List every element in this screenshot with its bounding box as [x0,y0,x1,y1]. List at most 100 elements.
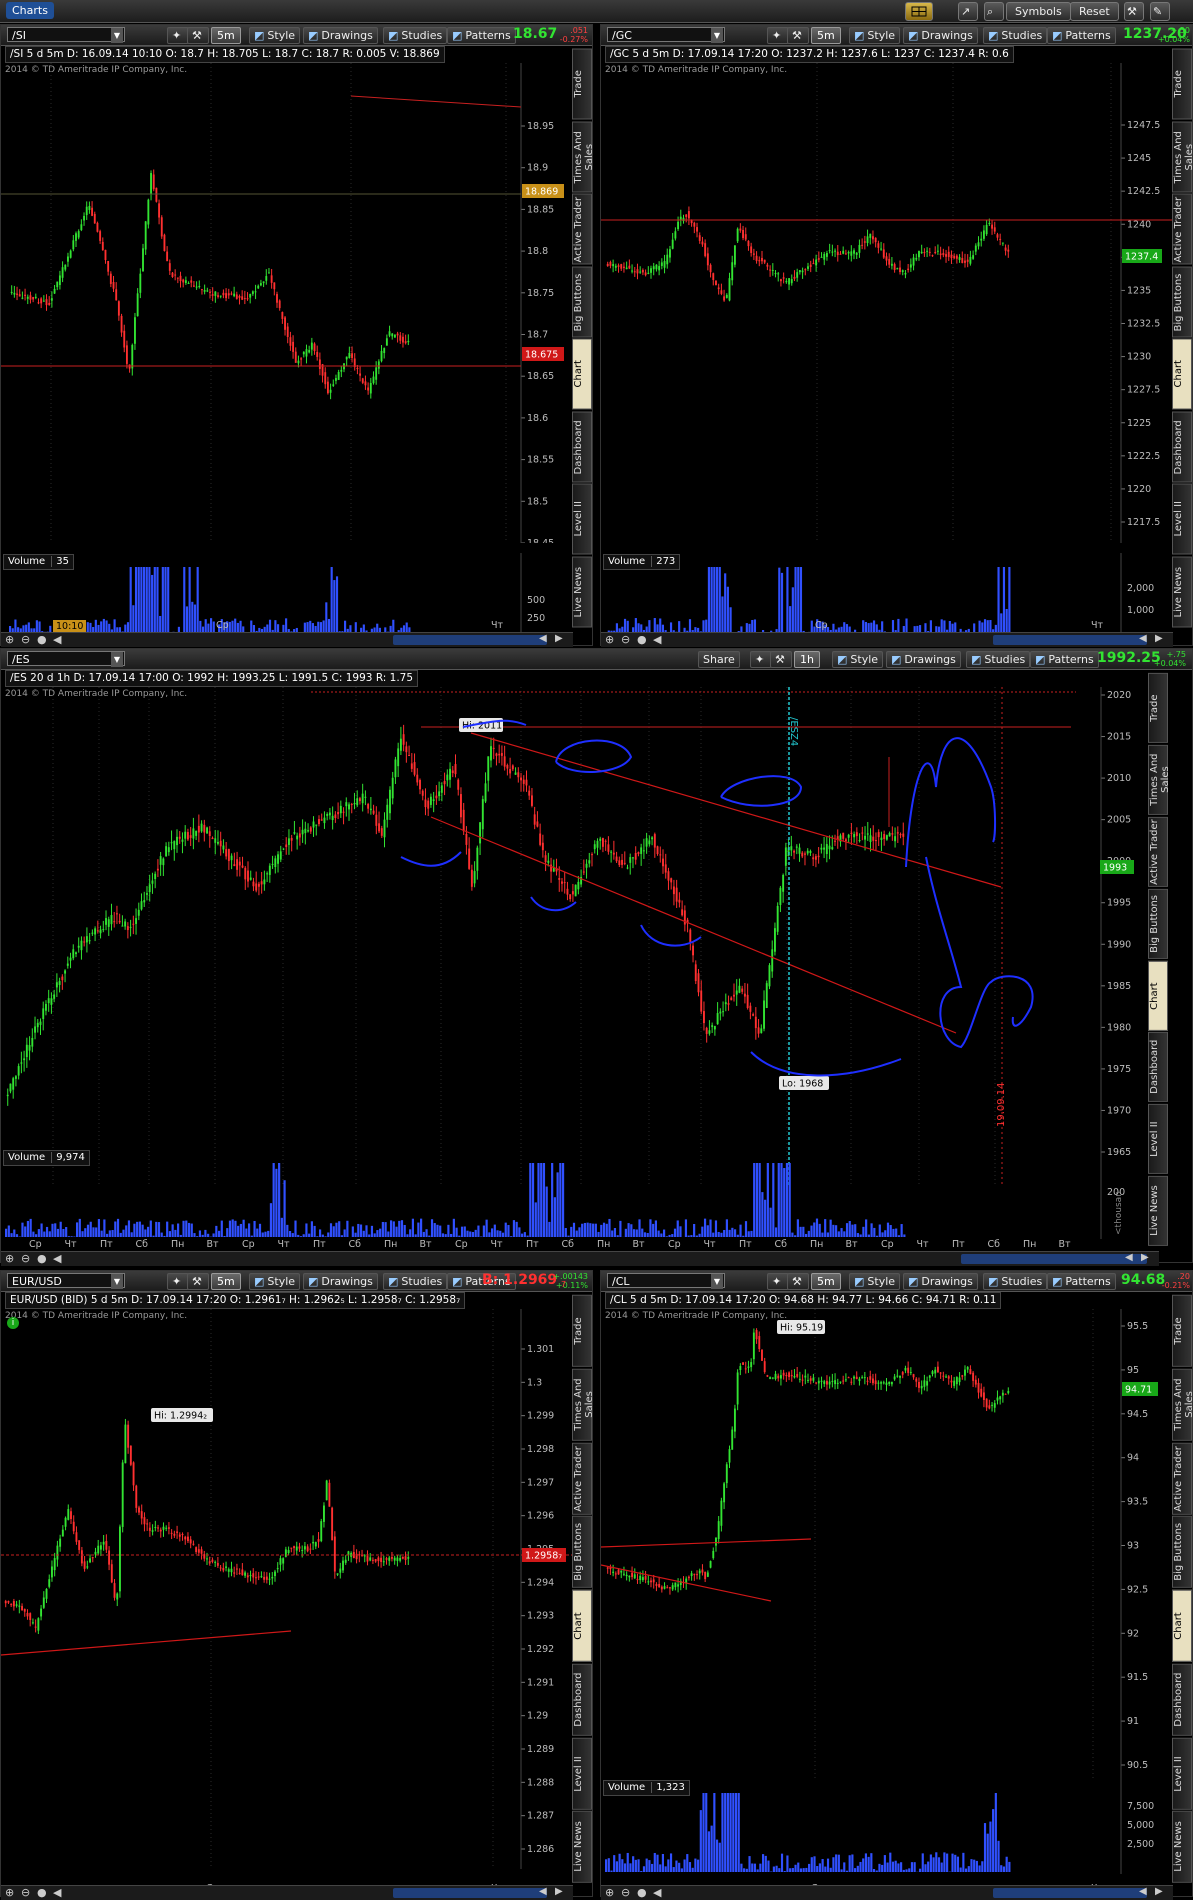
side-tab-big-buttons[interactable]: Big Buttons [572,1516,592,1588]
trend-line[interactable] [601,1565,771,1601]
drawing-tools-button[interactable]: ✦ [750,651,772,668]
side-tab-live-news[interactable]: Live News [572,557,592,628]
wrench-icon[interactable]: ⚒ [787,1273,809,1290]
studies-button[interactable]: ◩Studies [983,1273,1047,1290]
side-tab-big-buttons[interactable]: Big Buttons [1172,267,1192,338]
price-chart[interactable]: 95.59594.59493.59392.59291.59190.594.71H… [601,1309,1173,1779]
symbol-input[interactable]: /ES▼ [7,651,125,666]
scrollbar-thumb[interactable] [961,1254,1147,1264]
price-chart[interactable]: 1.3011.31.2991.2981.2971.2961.2951.2941.… [1,1309,573,1869]
scroll-right-icon[interactable]: ▶ [1141,1252,1149,1263]
scroll-left-icon[interactable]: ◀ [539,633,547,644]
side-tab-active-trader[interactable]: Active Trader [1148,817,1168,887]
style-button[interactable]: ◩Style [249,1273,300,1290]
magnifier-icon[interactable]: ● [37,633,47,646]
studies-button[interactable]: ◩Studies [983,27,1047,44]
magnifier-icon[interactable]: ● [37,1252,47,1265]
scroll-right-icon[interactable]: ▶ [1155,633,1163,644]
zoom-out-icon[interactable]: ⊖ [21,1252,30,1265]
price-chart[interactable]: 2020201520102005200019951990198519801975… [1,687,1159,1187]
chevron-down-icon[interactable]: ▼ [111,28,123,43]
side-tab-level-ii[interactable]: Level II [1172,484,1192,555]
scroll-right-icon[interactable]: ▶ [1155,1886,1163,1897]
drawings-button[interactable]: ◩Drawings [903,27,978,44]
trend-line[interactable] [601,1539,811,1547]
side-tab-live-news[interactable]: Live News [572,1811,592,1883]
symbol-input[interactable]: EUR/USD▼ [7,1273,125,1288]
scroll-right-icon[interactable]: ▶ [555,633,563,644]
scrollbar-thumb[interactable] [993,635,1147,645]
side-tab-dashboard[interactable]: Dashboard [572,1664,592,1736]
style-button[interactable]: ◩Style [249,27,300,44]
tools-button[interactable]: ⚒ [1124,2,1144,21]
pan-icon[interactable]: ◀ [653,633,661,646]
side-tab-live-news[interactable]: Live News [1148,1176,1168,1246]
scroll-left-icon[interactable]: ◀ [1139,1886,1147,1897]
pan-icon[interactable]: ◀ [653,1886,661,1899]
side-tab-trade[interactable]: Trade [1148,673,1168,743]
wrench-icon[interactable]: ⚒ [770,651,792,668]
drawings-button[interactable]: ◩Drawings [903,1273,978,1290]
style-button[interactable]: ◩Style [849,1273,900,1290]
patterns-button[interactable]: ◩Patterns [1047,1273,1116,1290]
side-tab-times-and-sales[interactable]: Times And Sales [1148,745,1168,815]
timeframe-button[interactable]: 5m [211,27,241,44]
side-tab-trade[interactable]: Trade [572,1295,592,1367]
side-tab-active-trader[interactable]: Active Trader [1172,1443,1192,1515]
zoom-out-icon[interactable]: ⊖ [621,1886,630,1899]
wrench-icon[interactable]: ⚒ [787,27,809,44]
side-tab-trade[interactable]: Trade [572,49,592,120]
zoom-in-icon[interactable]: ⊕ [5,1886,14,1899]
scroll-left-icon[interactable]: ◀ [1125,1252,1133,1263]
timeframe-button[interactable]: 1h [794,651,820,668]
side-tab-chart[interactable]: Chart [572,1590,592,1662]
side-tab-active-trader[interactable]: Active Trader [572,194,592,265]
side-tab-active-trader[interactable]: Active Trader [1172,194,1192,265]
zoom-out-icon[interactable]: ⊖ [621,633,630,646]
side-tab-dashboard[interactable]: Dashboard [1148,1032,1168,1102]
side-tab-level-ii[interactable]: Level II [1172,1738,1192,1810]
symbol-input[interactable]: /CL▼ [607,1273,725,1288]
zoom-in-icon[interactable]: ⊕ [605,1886,614,1899]
zoom-in-icon[interactable]: ⊕ [605,633,614,646]
pin-button[interactable]: ↗ [958,2,978,21]
timeframe-button[interactable]: 5m [811,27,841,44]
layout-grid-button[interactable] [905,2,933,21]
price-chart[interactable]: 1247.512451242.512401237.512351232.51230… [601,63,1173,543]
side-tab-chart[interactable]: Chart [1172,1590,1192,1662]
zoom-in-icon[interactable]: ⊕ [5,1252,14,1265]
side-tab-times-and-sales[interactable]: Times And Sales [572,1369,592,1441]
side-tab-times-and-sales[interactable]: Times And Sales [572,122,592,193]
price-chart[interactable]: 18.9518.918.8518.818.7518.718.6518.618.5… [1,63,573,543]
side-tab-big-buttons[interactable]: Big Buttons [572,267,592,338]
style-button[interactable]: ◩Style [849,27,900,44]
zoom-out-icon[interactable]: ⊖ [21,1886,30,1899]
chevron-down-icon[interactable]: ▼ [111,1274,123,1289]
magnifier-icon[interactable]: ● [637,633,647,646]
side-tab-live-news[interactable]: Live News [1172,557,1192,628]
edit-button[interactable]: ✎ [1150,2,1170,21]
zoom-in-icon[interactable]: ⊕ [5,633,14,646]
trend-line[interactable] [431,817,956,1033]
drawing-tools-button[interactable]: ✦ [167,1273,189,1290]
trend-line[interactable] [471,733,1001,887]
scroll-right-icon[interactable]: ▶ [555,1886,563,1897]
pan-icon[interactable]: ◀ [53,633,61,646]
trend-line[interactable] [351,96,521,107]
symbol-input[interactable]: /SI▼ [7,27,125,42]
symbol-input[interactable]: /GC▼ [607,27,725,42]
style-button[interactable]: ◩Style [832,651,883,668]
side-tab-times-and-sales[interactable]: Times And Sales [1172,1369,1192,1441]
side-tab-trade[interactable]: Trade [1172,1295,1192,1367]
side-tab-active-trader[interactable]: Active Trader [572,1443,592,1515]
side-tab-chart[interactable]: Chart [572,339,592,410]
studies-button[interactable]: ◩Studies [966,651,1030,668]
share-button[interactable]: Share [698,651,740,668]
reset-button[interactable]: Reset [1070,2,1119,21]
drawings-button[interactable]: ◩Drawings [886,651,961,668]
side-tab-big-buttons[interactable]: Big Buttons [1148,889,1168,959]
wrench-icon[interactable]: ⚒ [187,1273,209,1290]
trend-line[interactable] [1,1631,291,1655]
chevron-down-icon[interactable]: ▼ [111,652,123,667]
drawing-tools-button[interactable]: ✦ [767,27,789,44]
